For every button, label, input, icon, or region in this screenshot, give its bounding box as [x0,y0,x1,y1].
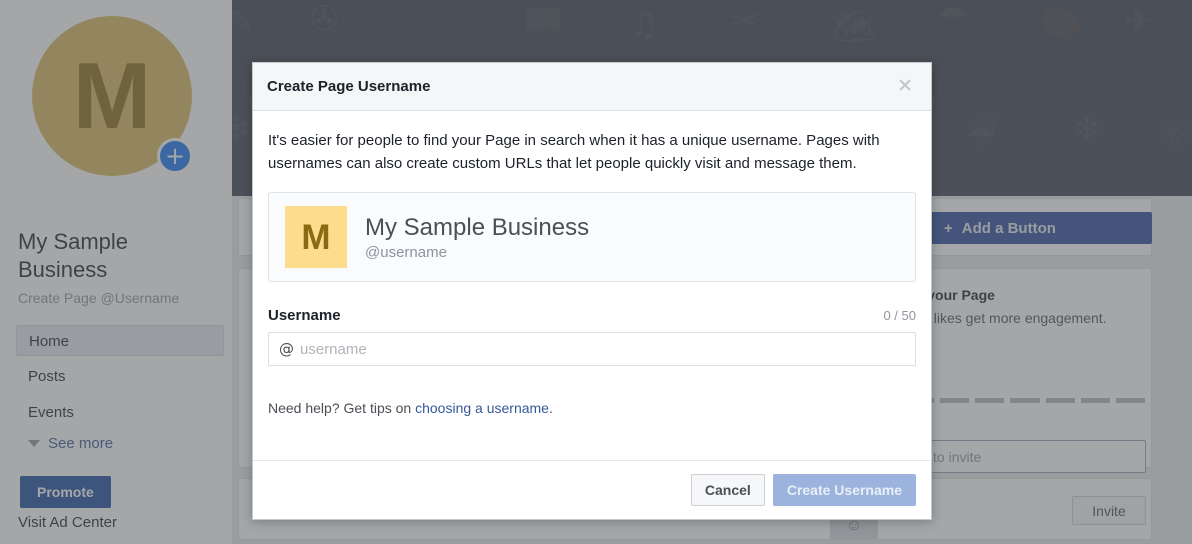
preview-page-name: My Sample Business [365,214,589,242]
username-label: Username [268,307,341,324]
dialog-body: It's easier for people to find your Page… [253,111,931,460]
help-text: Need help? Get tips on choosing a userna… [268,400,916,416]
choosing-a-username-link[interactable]: choosing a username [415,400,549,416]
create-username-button[interactable]: Create Username [773,474,916,506]
close-icon[interactable]: ✕ [893,77,917,96]
create-page-username-dialog: Create Page Username ✕ It's easier for p… [252,62,932,520]
cancel-button[interactable]: Cancel [691,474,765,506]
username-char-counter: 0 / 50 [883,308,916,323]
help-text-suffix: . [549,400,553,416]
dialog-footer: Cancel Create Username [253,460,931,519]
preview-thumbnail: M [285,206,347,268]
preview-text-block: My Sample Business @username [365,214,589,261]
page-preview-card: M My Sample Business @username [268,192,916,282]
dialog-title: Create Page Username [267,78,893,95]
preview-handle: @username [365,244,589,261]
dialog-description: It's easier for people to find your Page… [268,129,916,175]
username-field-header: Username 0 / 50 [268,307,916,324]
dialog-header: Create Page Username ✕ [253,63,931,111]
at-symbol-icon: @ [279,340,294,358]
username-placeholder: username [300,341,367,358]
app-root: ✎ ✇ 🎥 📖 ♫ ✂ 🗺 ☂ 🎨 ✈ ❄ ❄ ⚽ 🎬 📷 ⛲ ♨ ☔ ❄ ⚛ [0,0,1192,544]
username-input[interactable]: @ username [268,332,916,366]
help-text-prefix: Need help? Get tips on [268,400,415,416]
